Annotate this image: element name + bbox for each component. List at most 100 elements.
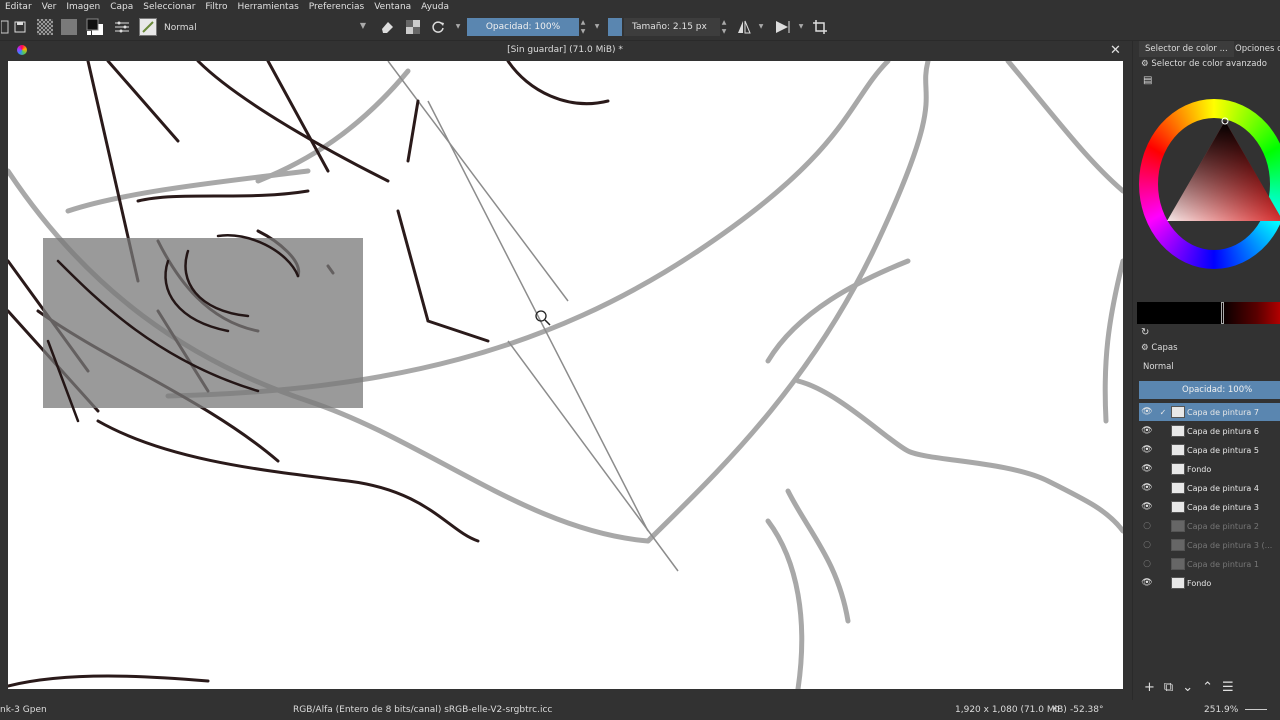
pattern-icon[interactable] [60, 18, 78, 36]
eye-icon[interactable]: ○ [1139, 521, 1155, 531]
gear-icon[interactable]: ⚙ [1141, 343, 1149, 353]
menu-item-herramientas[interactable]: Herramientas [232, 2, 303, 12]
reload-preset-icon[interactable] [429, 18, 447, 36]
rotation-value: -52.38° [1070, 705, 1104, 715]
layer-actions-bar: + ⧉ ⌄ ⌃ ☰ [1139, 677, 1280, 697]
layer-name: Capa de pintura 3 [1187, 502, 1259, 512]
opacity-label: Opacidad: 100% [485, 22, 561, 32]
save-icon[interactable] [11, 18, 29, 36]
chevron-down-icon[interactable]: ▼ [757, 22, 765, 40]
eye-icon[interactable]: ○ [1139, 540, 1155, 550]
eye-icon[interactable]: 👁 [1139, 426, 1155, 436]
opacity-stepper[interactable]: ▲ ▼ [579, 18, 587, 36]
layer-name: Capa de pintura 5 [1187, 445, 1259, 455]
check-icon[interactable]: ✓ [1155, 408, 1171, 417]
status-bar: nk-3 Gpen RGB/Alfa (Entero de 8 bits/can… [0, 700, 1280, 720]
layer-row[interactable]: 👁 Fondo [1139, 574, 1280, 592]
fg-bg-color-icon[interactable] [86, 18, 104, 36]
size-slider[interactable]: Tamaño: 2.15 px [624, 18, 720, 36]
layer-row[interactable]: ○ Capa de pintura 1 [1139, 555, 1280, 573]
toolbar: Normal ▼ ▼ Opacidad: 100% ▲ ▼ ▼ Tamaño: 2… [0, 14, 1280, 41]
mirror-vertical-icon[interactable] [774, 18, 792, 36]
eye-icon[interactable]: 👁 [1139, 578, 1155, 588]
move-down-icon[interactable]: ⌄ [1182, 680, 1193, 695]
layer-blend-mode[interactable]: Normal [1143, 362, 1174, 372]
advanced-selector-label: Selector de color avanzado [1151, 59, 1268, 69]
gradient-icon[interactable] [36, 18, 54, 36]
layer-thumbnail [1171, 444, 1185, 456]
size-stepper[interactable]: ▲ ▼ [720, 18, 728, 36]
duplicate-layer-icon[interactable]: ⧉ [1164, 680, 1173, 695]
eye-icon[interactable]: 👁 [1139, 445, 1155, 455]
layer-name: Capa de pintura 4 [1187, 483, 1259, 493]
layers-title: Capas [1151, 343, 1178, 353]
size-slider-fill [608, 18, 622, 36]
alpha-lock-icon[interactable] [404, 18, 422, 36]
layer-row[interactable]: 👁 ✓ Capa de pintura 7 [1139, 403, 1280, 421]
horizontal-scrollbar[interactable] [8, 689, 1123, 699]
menu-item-ventana[interactable]: Ventana [369, 2, 416, 12]
rotation-icon[interactable]: ⟲ [1052, 705, 1060, 715]
refresh-icon[interactable]: ↻ [1141, 327, 1149, 338]
layer-row[interactable]: 👁 Capa de pintura 5 [1139, 441, 1280, 459]
menu-item-capa[interactable]: Capa [105, 2, 138, 12]
document-title: [Sin guardar] (71.0 MiB) * [507, 45, 623, 55]
layer-row[interactable]: 👁 Fondo [1139, 460, 1280, 478]
zoom-level[interactable]: 251.9% [1204, 705, 1238, 715]
chevron-down-icon[interactable]: ▼ [593, 22, 601, 40]
document-icon[interactable] [0, 18, 10, 36]
eye-icon[interactable]: 👁 [1139, 502, 1155, 512]
blend-mode-select[interactable]: Normal ▼ [160, 19, 370, 36]
mirror-horizontal-icon[interactable] [735, 18, 753, 36]
layer-thumbnail [1171, 577, 1185, 589]
layer-row[interactable]: 👁 Capa de pintura 4 [1139, 479, 1280, 497]
layer-row[interactable]: ○ Capa de pintura 2 [1139, 517, 1280, 535]
menu-item-filtro[interactable]: Filtro [200, 2, 232, 12]
layer-thumbnail [1171, 558, 1185, 570]
layers-panel-title: ⚙ Capas [1141, 343, 1178, 353]
chevron-down-icon: ▼ [359, 21, 366, 30]
tab-color-selector[interactable]: Selector de color ... [1139, 41, 1234, 57]
tab-tool-options[interactable]: Opciones de [1229, 41, 1280, 57]
opacity-slider[interactable]: Opacidad: 100% [467, 18, 579, 36]
color-bar-handle[interactable] [1221, 302, 1224, 324]
drawing-canvas[interactable] [8, 61, 1123, 689]
layer-thumbnail [1171, 539, 1185, 551]
close-icon[interactable]: ✕ [1110, 43, 1121, 58]
layer-row[interactable]: 👁 Capa de pintura 6 [1139, 422, 1280, 440]
menu-bar: Editar Ver Imagen Capa Seleccionar Filtro Herr… [0, 0, 1280, 14]
layer-name: Capa de pintura 6 [1187, 426, 1259, 436]
layer-row[interactable]: ○ Capa de pintura 3 (... [1139, 536, 1280, 554]
eye-icon[interactable]: 👁 [1139, 464, 1155, 474]
chevron-down-icon[interactable]: ▼ [797, 22, 805, 40]
brush-preset-icon[interactable] [139, 18, 157, 36]
color-wheel[interactable] [1139, 99, 1280, 269]
selection-overlay [43, 238, 363, 408]
menu-item-preferencias[interactable]: Preferencias [304, 2, 369, 12]
zoom-slider[interactable] [1245, 709, 1267, 710]
menu-item-editar[interactable]: Editar [0, 2, 37, 12]
menu-item-ayuda[interactable]: Ayuda [416, 2, 454, 12]
menu-item-imagen[interactable]: Imagen [61, 2, 105, 12]
gear-icon[interactable]: ⚙ [1141, 59, 1149, 69]
eye-icon[interactable]: ○ [1139, 559, 1155, 569]
eraser-icon[interactable] [378, 18, 396, 36]
brush-settings-icon[interactable] [113, 18, 131, 36]
move-up-icon[interactable]: ⌃ [1202, 680, 1213, 695]
menu-item-ver[interactable]: Ver [37, 2, 62, 12]
color-triangle[interactable] [1139, 99, 1280, 269]
menu-item-seleccionar[interactable]: Seleccionar [138, 2, 200, 12]
chevron-down-icon[interactable]: ▼ [454, 22, 462, 40]
layer-name: Fondo [1187, 464, 1212, 474]
layer-thumbnail [1171, 406, 1185, 418]
layer-menu-icon[interactable]: ☰ [1222, 680, 1234, 695]
layer-thumbnail [1171, 425, 1185, 437]
eye-icon[interactable]: 👁 [1139, 483, 1155, 493]
color-settings-icon[interactable]: ▤ [1143, 75, 1152, 86]
wrap-around-icon[interactable] [811, 18, 829, 36]
add-layer-icon[interactable]: + [1144, 680, 1155, 695]
layer-row[interactable]: 👁 Capa de pintura 3 [1139, 498, 1280, 516]
layer-opacity-slider[interactable]: Opacidad: 100% [1139, 381, 1280, 399]
eye-icon[interactable]: 👁 [1139, 407, 1155, 417]
color-history-bar[interactable] [1137, 302, 1280, 324]
